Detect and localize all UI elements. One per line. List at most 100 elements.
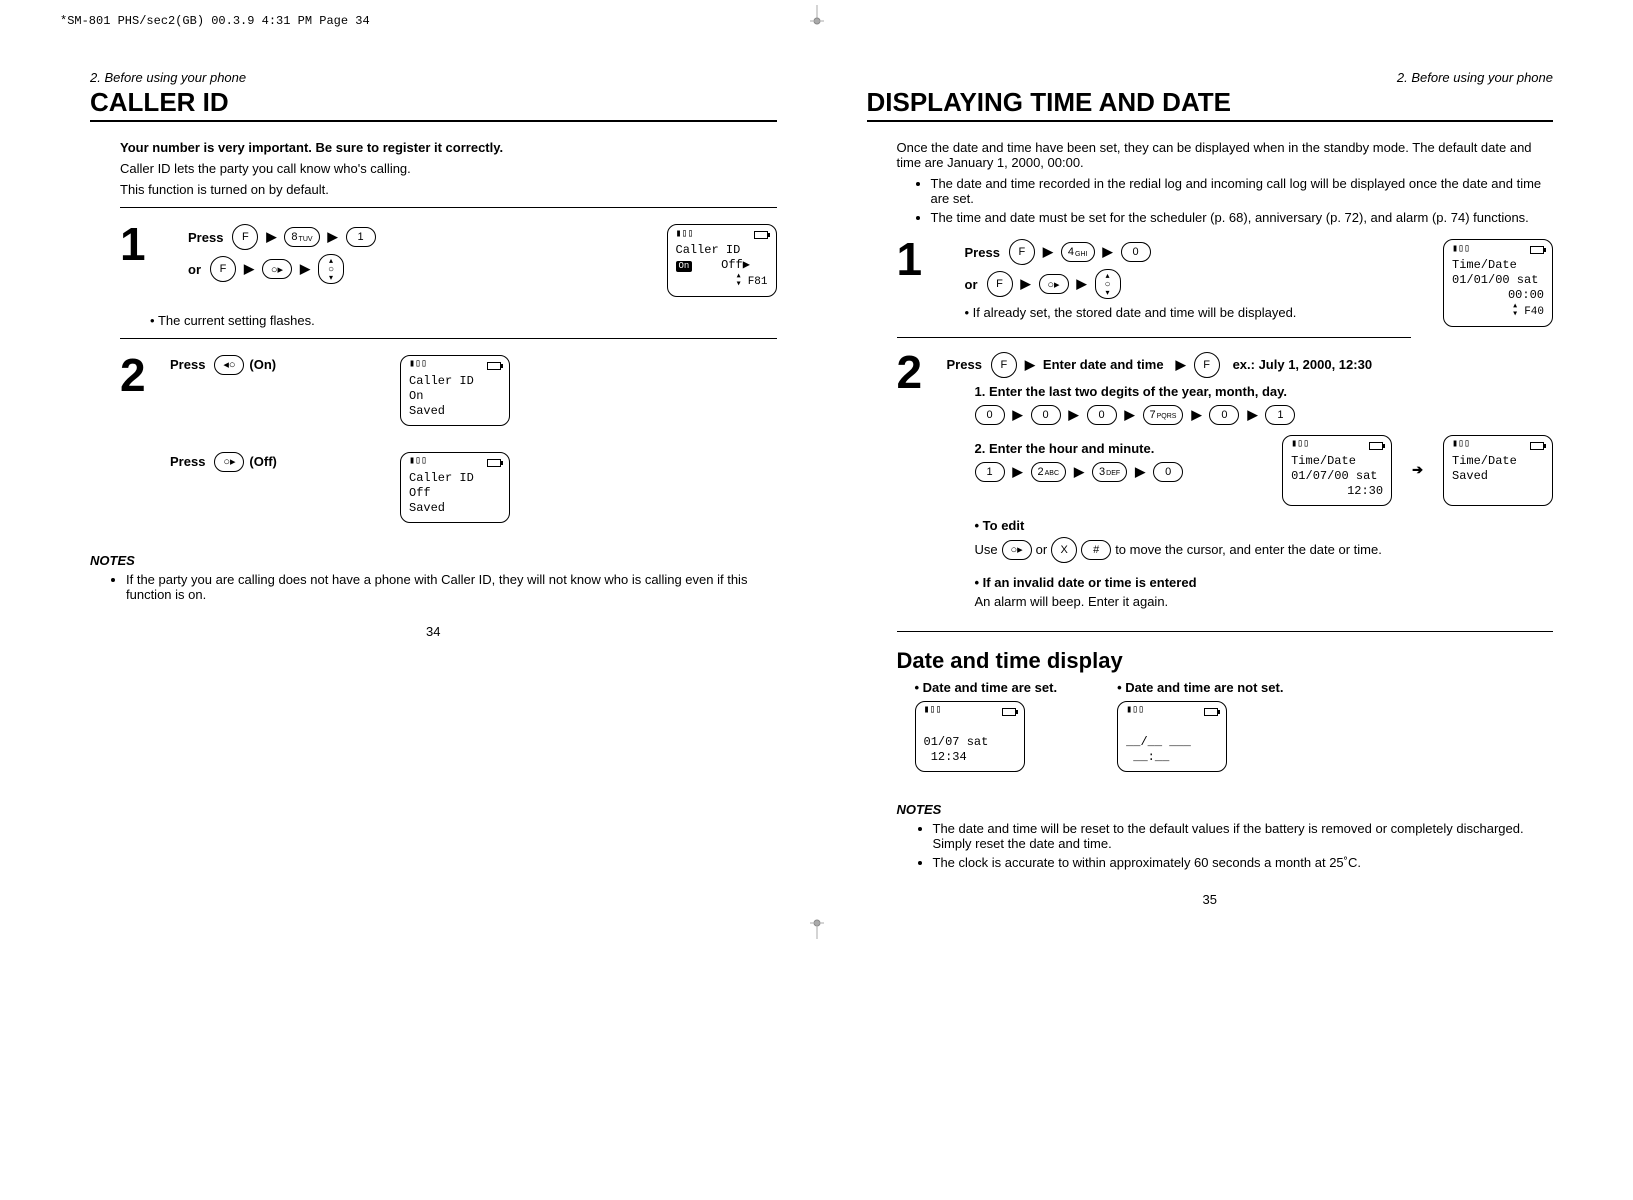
key-hash: # bbox=[1081, 540, 1111, 560]
key-0: 0 bbox=[1209, 405, 1239, 425]
on-label: (On) bbox=[249, 357, 276, 372]
invalid-heading: • If an invalid date or time is entered bbox=[975, 575, 1197, 590]
lcd-line: Caller ID bbox=[676, 243, 768, 258]
lcd-line: Caller ID bbox=[409, 471, 501, 486]
arrow-icon: ▶ bbox=[266, 229, 276, 245]
arrow-icon: ▶ bbox=[300, 261, 310, 277]
step-number-2: 2 bbox=[897, 352, 935, 613]
bullet-flashing: The current setting flashes. bbox=[150, 313, 777, 328]
antenna-icon: ▮▯▯ bbox=[1291, 439, 1309, 452]
lcd-line: __/__ ___ bbox=[1126, 735, 1218, 750]
arrow-icon: ▶ bbox=[244, 261, 254, 277]
lcd-line bbox=[1452, 484, 1544, 499]
press-label: Press bbox=[965, 245, 1000, 260]
lcd-screen-timedate-entered: ▮▯▯ Time/Date 01/07/00 sat 12:30 bbox=[1282, 435, 1392, 506]
press-label: Press bbox=[188, 230, 223, 245]
page-number-right: 35 bbox=[867, 892, 1554, 907]
lcd-line: Off bbox=[409, 486, 501, 501]
lcd-line: __:__ bbox=[1126, 750, 1218, 765]
lcd-code-line: ▴▾F40 bbox=[1452, 303, 1544, 320]
key-f: F bbox=[991, 352, 1017, 378]
lcd-line: Caller ID bbox=[409, 374, 501, 389]
lcd-line bbox=[924, 720, 1016, 735]
lcd-screen-on-saved: ▮▯▯ Caller ID On Saved bbox=[400, 355, 510, 426]
key-nav-updown: ▴○▾ bbox=[1095, 269, 1121, 299]
key-f: F bbox=[210, 256, 236, 282]
to-edit-heading: • To edit bbox=[975, 518, 1025, 533]
step-1-left: 1 Press F ▶ 8TUV ▶ 1 or F ▶ ○▸ ▶ ▴○▾ bbox=[120, 224, 777, 297]
antenna-icon: ▮▯▯ bbox=[924, 705, 942, 718]
edit-body-post: to move the cursor, and enter the date o… bbox=[1115, 542, 1382, 557]
doc-header-meta: *SM-801 PHS/sec2(GB) 00.3.9 4:31 PM Page… bbox=[60, 14, 370, 28]
arrow-icon: ▶ bbox=[1021, 276, 1031, 292]
substep-2-label: 2. Enter the hour and minute. bbox=[975, 441, 1263, 456]
arrow-icon: ▶ bbox=[1077, 276, 1087, 292]
key-nav-updown: ▴○▾ bbox=[318, 254, 344, 284]
intro-line-1: Caller ID lets the party you call know w… bbox=[120, 161, 777, 176]
key-3: 3DEF bbox=[1092, 462, 1127, 482]
step-1-right: 1 Press F ▶ 4GHI ▶ 0 or F ▶ ○▸ ▶ ▴○▾ bbox=[897, 239, 1554, 327]
arrow-icon: ▶ bbox=[328, 229, 338, 245]
key-4: 4GHI bbox=[1061, 242, 1095, 262]
substep-1-label: 1. Enter the last two degits of the year… bbox=[975, 384, 1554, 399]
or-label: or bbox=[965, 277, 978, 292]
notes-list-right: The date and time will be reset to the d… bbox=[933, 821, 1554, 870]
intro-line-2: This function is turned on by default. bbox=[120, 182, 777, 197]
key-nav-left: ◂○ bbox=[214, 355, 244, 375]
key-7: 7PQRS bbox=[1143, 405, 1184, 425]
separator bbox=[120, 207, 777, 208]
antenna-icon: ▮▯▯ bbox=[1452, 439, 1470, 452]
battery-icon bbox=[1002, 708, 1016, 716]
lcd-line: 01/07 sat bbox=[924, 735, 1016, 750]
lcd-screen-set: ▮▯▯ 01/07 sat 12:34 bbox=[915, 701, 1025, 772]
intro-left: Your number is very important. Be sure t… bbox=[120, 140, 777, 197]
note-item: The clock is accurate to within approxim… bbox=[933, 855, 1554, 870]
step-number-1: 1 bbox=[120, 224, 158, 265]
key-1: 1 bbox=[1265, 405, 1295, 425]
key-8: 8TUV bbox=[284, 227, 319, 247]
separator bbox=[897, 631, 1554, 632]
antenna-icon: ▮▯▯ bbox=[1126, 705, 1144, 718]
arrow-icon: ➔ bbox=[1412, 462, 1423, 478]
key-nav-right: ○▸ bbox=[1002, 540, 1032, 560]
intro-bold: Your number is very important. Be sure t… bbox=[120, 140, 503, 155]
battery-icon bbox=[1530, 442, 1544, 450]
step1-note: If already set, the stored date and time… bbox=[973, 305, 1297, 320]
lcd-screen-unset: ▮▯▯ __/__ ___ __:__ bbox=[1117, 701, 1227, 772]
breadcrumb-right: 2. Before using your phone bbox=[867, 70, 1554, 85]
note-item: The date and time will be reset to the d… bbox=[933, 821, 1554, 851]
lcd-line: Time/Date bbox=[1452, 258, 1544, 273]
date-time-display-heading: Date and time display bbox=[897, 648, 1554, 674]
battery-icon bbox=[754, 231, 768, 239]
arrow-icon: ▶ bbox=[1025, 357, 1035, 373]
bullet-dot: • bbox=[965, 305, 973, 320]
off-label: (Off) bbox=[249, 454, 276, 469]
battery-icon bbox=[487, 459, 501, 467]
page-right: 2. Before using your phone DISPLAYING TI… bbox=[837, 60, 1574, 917]
lcd-screen-callerid: ▮▯▯ Caller ID On Off▶ ▴▾F81 bbox=[667, 224, 777, 297]
lcd-line: 00:00 bbox=[1452, 288, 1544, 303]
key-0: 0 bbox=[1121, 242, 1151, 262]
step-number-1: 1 bbox=[897, 239, 935, 280]
invalid-body: An alarm will beep. Enter it again. bbox=[975, 594, 1554, 609]
keyseq-date: 0▶ 0▶ 0▶ 7PQRS▶ 0▶ 1 bbox=[975, 405, 1554, 425]
arrow-icon: ▶ bbox=[1176, 357, 1186, 373]
edit-body-mid: or bbox=[1036, 542, 1048, 557]
lcd-line: Saved bbox=[409, 404, 501, 419]
intro-bullet: The time and date must be set for the sc… bbox=[931, 210, 1554, 225]
separator bbox=[897, 337, 1412, 338]
key-nav-right: ○▸ bbox=[214, 452, 244, 472]
step-2-left: 2 Press ◂○ (On) ▮▯▯ Caller ID On Saved bbox=[120, 355, 777, 523]
lcd-screen-timedate-default: ▮▯▯ Time/Date 01/01/00 sat 00:00 ▴▾F40 bbox=[1443, 239, 1553, 327]
key-0: 0 bbox=[975, 405, 1005, 425]
page-left: 2. Before using your phone CALLER ID You… bbox=[60, 60, 797, 917]
battery-icon bbox=[1369, 442, 1383, 450]
antenna-icon: ▮▯▯ bbox=[409, 359, 427, 372]
separator bbox=[120, 338, 777, 339]
lcd-line: On Off▶ bbox=[676, 258, 768, 273]
lcd-screen-timedate-saved: ▮▯▯ Time/Date Saved bbox=[1443, 435, 1553, 506]
notes-heading-left: NOTES bbox=[90, 553, 777, 568]
antenna-icon: ▮▯▯ bbox=[409, 456, 427, 469]
lcd-line: Time/Date bbox=[1291, 454, 1383, 469]
or-label: or bbox=[188, 262, 201, 277]
